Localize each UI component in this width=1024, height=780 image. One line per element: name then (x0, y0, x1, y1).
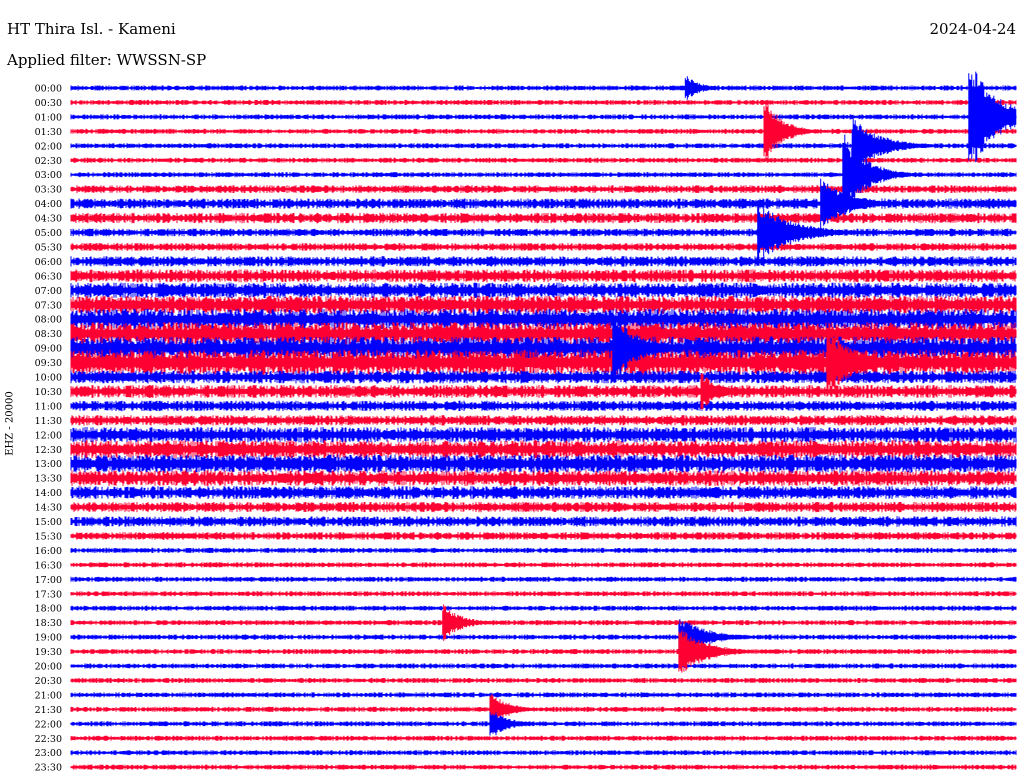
tick-label-0900: 09:00 (35, 344, 62, 355)
tick-label-1730: 17:30 (35, 589, 62, 600)
tick-label-1100: 11:00 (35, 401, 62, 412)
trace-row-0030 (70, 99, 1017, 105)
tick-label-0230: 02:30 (35, 156, 62, 167)
trace-row-0600 (70, 256, 1017, 267)
trace-row-2000 (70, 663, 1017, 669)
tick-label-0100: 01:00 (35, 112, 62, 123)
tick-label-2000: 20:00 (35, 662, 62, 673)
trace-row-1830 (70, 620, 1017, 626)
tick-label-1030: 10:30 (35, 387, 62, 398)
trace-row-0100 (70, 114, 1017, 120)
tick-label-1830: 18:30 (35, 618, 62, 629)
tick-label-2130: 21:30 (35, 705, 62, 716)
trace-row-1400 (70, 486, 1017, 500)
tick-label-2300: 23:00 (35, 748, 62, 759)
trace-row-1930 (70, 649, 1017, 655)
seismogram-chart: 00:00 00:30 01:00 01:30 02:00 02:30 03:00 03:30… (35, 71, 1017, 774)
tick-label-1400: 14:00 (35, 488, 62, 499)
tick-label-2230: 22:30 (35, 734, 62, 745)
trace-row-1330 (70, 470, 1017, 486)
tick-label-0800: 08:00 (35, 315, 62, 326)
tick-label-1200: 12:00 (35, 430, 62, 441)
trace-row-2100 (70, 692, 1017, 698)
event-0 (684, 76, 733, 100)
tick-label-0130: 01:30 (35, 127, 62, 138)
tick-label-0500: 05:00 (35, 228, 62, 239)
tick-label-1900: 19:00 (35, 633, 62, 644)
tick-label-2330: 23:30 (35, 763, 62, 774)
tick-label-0430: 04:30 (35, 214, 62, 225)
trace-row-1730 (70, 591, 1017, 597)
tick-label-1630: 16:30 (35, 560, 62, 571)
trace-row-2030 (70, 677, 1017, 683)
tick-label-0530: 05:30 (35, 242, 62, 253)
trace-row-0530 (70, 243, 1017, 251)
tick-label-1300: 13:00 (35, 459, 62, 470)
trace-row-1130 (70, 415, 1017, 426)
tick-label-1600: 16:00 (35, 546, 62, 557)
tick-label-0630: 06:30 (35, 271, 62, 282)
tick-label-1000: 10:00 (35, 373, 62, 384)
tick-label-1530: 15:30 (35, 531, 62, 542)
event-1 (968, 71, 1017, 163)
tick-label-0400: 04:00 (35, 199, 62, 210)
tick-label-2100: 21:00 (35, 690, 62, 701)
trace-row-1530 (70, 532, 1017, 540)
trace-row-1630 (70, 562, 1017, 568)
time-tick-labels: 00:00 00:30 01:00 01:30 02:00 02:30 03:00 03:30… (35, 84, 62, 774)
tick-label-0700: 07:00 (35, 286, 62, 297)
tick-label-1500: 15:00 (35, 517, 62, 528)
trace-row-2330 (70, 764, 1017, 770)
trace-row-1700 (70, 576, 1017, 582)
trace-row-1600 (70, 547, 1017, 553)
trace-row-0130 (70, 128, 1017, 134)
trace-rows (70, 85, 1017, 770)
tick-label-0730: 07:30 (35, 300, 62, 311)
tick-label-1930: 19:30 (35, 647, 62, 658)
tick-label-0030: 00:30 (35, 98, 62, 109)
trace-row-0330 (70, 185, 1017, 193)
trace-row-1800 (70, 605, 1017, 611)
tick-label-1330: 13:30 (35, 474, 62, 485)
trace-row-0230 (70, 157, 1017, 163)
tick-label-1800: 18:00 (35, 604, 62, 615)
trace-row-2230 (70, 735, 1017, 741)
tick-label-0830: 08:30 (35, 329, 62, 340)
tick-label-0930: 09:30 (35, 358, 62, 369)
trace-row-1200 (70, 427, 1017, 443)
trace-row-0630 (70, 269, 1017, 283)
tick-label-0200: 02:00 (35, 141, 62, 152)
trace-row-1900 (70, 634, 1017, 640)
event-2 (763, 103, 828, 160)
trace-row-1430 (70, 501, 1017, 513)
trace-row-0000 (70, 85, 1017, 91)
trace-row-1030 (70, 385, 1017, 398)
trace-row-0700 (70, 282, 1017, 299)
tick-label-0330: 03:30 (35, 185, 62, 196)
tick-label-0000: 00:00 (35, 84, 62, 95)
trace-row-1500 (70, 516, 1017, 527)
tick-label-1230: 12:30 (35, 445, 62, 456)
tick-label-1700: 17:00 (35, 575, 62, 586)
tick-label-2200: 22:00 (35, 719, 62, 730)
tick-label-1130: 11:30 (35, 416, 62, 427)
trace-row-1100 (70, 400, 1017, 412)
tick-label-1430: 14:30 (35, 503, 62, 514)
tick-label-2030: 20:30 (35, 676, 62, 687)
trace-row-2300 (70, 750, 1017, 756)
trace-row-0430 (70, 212, 1017, 224)
tick-label-0600: 06:00 (35, 257, 62, 268)
tick-label-0300: 03:00 (35, 170, 62, 181)
